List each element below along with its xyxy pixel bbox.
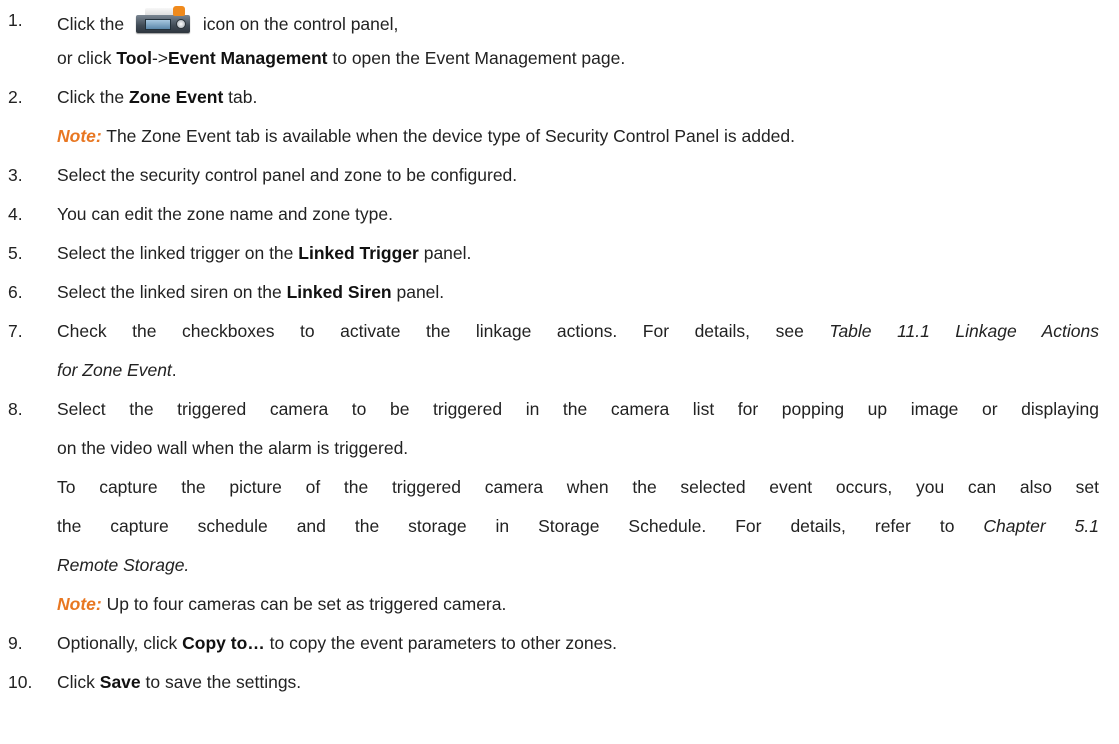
step-text: Optionally, click Copy to… to copy the e… [57,633,617,653]
step-text: Select the triggered camera to be trigge… [57,399,1099,419]
step-number: 3. [8,165,23,185]
step-text: Click Save to save the settings. [57,672,302,692]
step-number: 4. [8,204,23,224]
step-text: Remote Storage. [57,555,190,575]
step-text: Click the Zone Event tab. [57,87,258,107]
step-text: Select the linked trigger on the Linked … [57,243,472,263]
note-label: Note: [57,594,102,614]
step-number: 5. [8,243,23,263]
step-text: on the video wall when the alarm is trig… [57,438,409,458]
step-text: Select the security control panel and zo… [57,165,518,185]
step-text: Click the icon on the control panel, [57,6,398,36]
instruction-document: 1. Click the icon on the control panel, … [0,0,1119,744]
step-text: To capture the picture of the triggered … [57,477,1099,497]
step-text: Select the linked siren on the Linked Si… [57,282,445,302]
step-text: You can edit the zone name and zone type… [57,204,393,224]
step-number: 1. [8,10,23,30]
step-number: 7. [8,321,23,341]
step-text: or click Tool->Event Management to open … [57,48,626,68]
step-text: the capture schedule and the storage in … [57,516,1099,536]
step-text: Check the checkboxes to activate the lin… [57,321,1099,341]
step-number: 10. [8,672,33,692]
step-number: 2. [8,87,23,107]
note-label: Note: [57,126,102,146]
note: Note: Up to four cameras can be set as t… [57,594,507,614]
menu-event-management: Event Management [168,48,328,68]
step-number: 9. [8,633,23,653]
control-panel-device-icon [135,6,194,36]
step-text: for Zone Event. [57,360,177,380]
step-number: 6. [8,282,23,302]
note: Note: The Zone Event tab is available wh… [57,126,796,146]
step-number: 8. [8,399,23,419]
menu-tool: Tool [116,48,152,68]
